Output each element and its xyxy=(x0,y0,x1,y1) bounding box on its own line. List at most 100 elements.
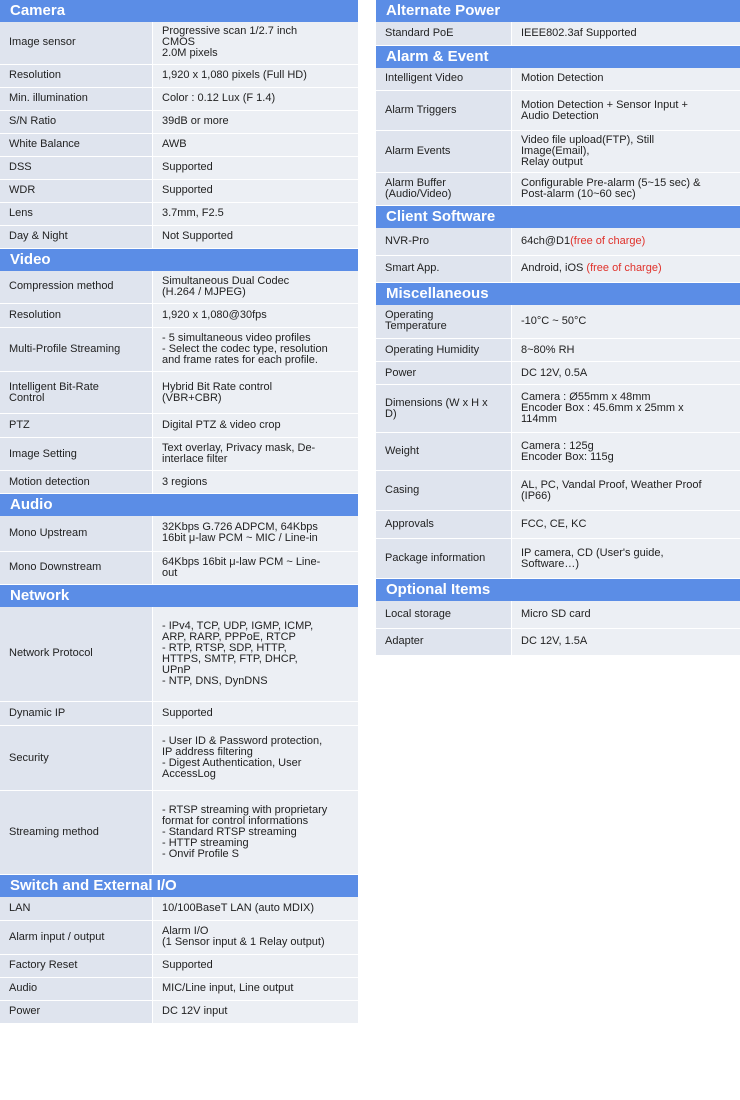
spec-table-optional-items: Local storage Micro SD card Adapter DC 12V,… xyxy=(376,601,740,656)
spec-label-text: S/N Ratio xyxy=(9,115,57,127)
spec-value: Supported xyxy=(152,701,358,726)
spec-label: Alarm Events xyxy=(376,130,512,173)
spec-row: WDR Supported xyxy=(0,179,358,203)
spec-label: Power xyxy=(0,1000,153,1024)
section-header-miscellaneous: Miscellaneous xyxy=(376,282,740,305)
spec-label: White Balance xyxy=(0,133,153,157)
spec-label: Approvals xyxy=(376,510,512,539)
spec-table-miscellaneous: Operating Temperature -10°C ~ 50°C Operati… xyxy=(376,304,740,579)
spec-label: Motion detection xyxy=(0,470,153,494)
spec-value: 3 regions xyxy=(152,470,358,494)
spec-label: Standard PoE xyxy=(376,22,512,46)
spec-table-alarm-event: Intelligent Video Motion Detection Alarm T… xyxy=(376,67,740,206)
spec-value-text: IP camera, CD (User's guide, Software…) xyxy=(521,546,664,570)
spec-value: Video file upload(FTP), Still Image(Emai… xyxy=(511,130,740,173)
spec-label: Network Protocol xyxy=(0,606,153,702)
spec-label-text: WDR xyxy=(9,184,36,196)
section-header-video: Video xyxy=(0,248,358,271)
spec-value: FCC, CE, KC xyxy=(511,510,740,539)
spec-value: Supported xyxy=(152,179,358,203)
spec-value-text: DC 12V input xyxy=(162,1005,228,1017)
spec-value: Camera : Ø55mm x 48mm Encoder Box : 45.6… xyxy=(511,384,740,433)
spec-value: DC 12V, 1.5A xyxy=(511,628,740,656)
spec-value-text: - RTSP streaming with proprietary format… xyxy=(162,804,328,860)
spec-value-text: Hybrid Bit Rate control (VBR+CBR) xyxy=(162,380,273,404)
spec-value-text: Supported xyxy=(162,161,213,173)
spec-label: Mono Downstream xyxy=(0,551,153,585)
section-header-switch-and-external-i-o: Switch and External I/O xyxy=(0,875,358,897)
spec-row: Smart App. Android, iOS (free of charge) xyxy=(376,255,740,283)
spec-value-text: 3.7mm, F2.5 xyxy=(162,207,224,219)
spec-row: Alarm Triggers Motion Detection + Sensor … xyxy=(376,90,740,131)
spec-value-text: 1,920 x 1,080@30fps xyxy=(162,309,267,321)
spec-value: 10/100BaseT LAN (auto MDIX) xyxy=(152,897,358,921)
spec-label-text: Compression method xyxy=(9,280,114,293)
spec-row: Mono Downstream 64Kbps 16bit μ-law PCM ~ … xyxy=(0,551,358,585)
spec-label-text: Power xyxy=(385,366,417,379)
spec-label-text: DSS xyxy=(9,161,32,173)
spec-label: Alarm Buffer (Audio/Video) xyxy=(376,172,512,206)
spec-label-text: Approvals xyxy=(385,518,434,530)
spec-value: AWB xyxy=(152,133,358,157)
spec-label-text: Dynamic IP xyxy=(9,707,66,719)
spec-label-text: Audio xyxy=(9,982,38,994)
free-of-charge-note: (free of charge) xyxy=(570,234,646,247)
spec-value: IEEE802.3af Supported xyxy=(511,22,740,46)
spec-row: Compression method Simultaneous Dual Code… xyxy=(0,270,358,304)
spec-value-text: MIC/Line input, Line output xyxy=(162,982,294,994)
spec-label: Min. illumination xyxy=(0,87,153,111)
spec-value-text: Not Supported xyxy=(162,230,233,242)
spec-row: Image sensor Progressive scan 1/2.7 inch … xyxy=(0,22,358,65)
spec-value: - 5 simultaneous video profiles - Select… xyxy=(152,327,358,372)
right-spec-column: Alternate Power Standard PoE IEEE802.3af S… xyxy=(376,0,740,656)
spec-value-text: 8~80% RH xyxy=(521,343,575,356)
spec-label-text: Operating Temperature xyxy=(385,309,447,333)
spec-value: DC 12V, 0.5A xyxy=(511,361,740,385)
spec-value: - RTSP streaming with proprietary format… xyxy=(152,790,358,875)
spec-row: PTZ Digital PTZ & video crop xyxy=(0,413,358,438)
spec-label-text: Operating Humidity xyxy=(385,343,480,356)
spec-label: Resolution xyxy=(0,303,153,328)
spec-value: Supported xyxy=(152,156,358,180)
spec-label-text: Mono Downstream xyxy=(9,561,102,573)
spec-row: Audio MIC/Line input, Line output xyxy=(0,977,358,1001)
spec-table-alternate-power: Standard PoE IEEE802.3af Supported xyxy=(376,22,740,46)
spec-label-text: Package information xyxy=(385,552,486,564)
left-spec-column: Camera Image sensor Progressive scan 1/2.7… xyxy=(0,0,358,1024)
spec-label-text: Adapter xyxy=(385,635,424,647)
spec-value-text: Simultaneous Dual Codec (H.264 / MJPEG) xyxy=(162,274,290,298)
spec-label-text: Mono Upstream xyxy=(9,526,88,539)
spec-row: Power DC 12V, 0.5A xyxy=(376,361,740,385)
spec-row: Lens 3.7mm, F2.5 xyxy=(0,202,358,226)
spec-row: Alarm Events Video file upload(FTP), Stil… xyxy=(376,130,740,173)
spec-label: Power xyxy=(376,361,512,385)
spec-value-text: - IPv4, TCP, UDP, IGMP, ICMP, ARP, RARP,… xyxy=(162,619,314,687)
spec-value: Not Supported xyxy=(152,225,358,249)
spec-value-text: 32Kbps G.726 ADPCM, 64Kbps 16bit μ-law P… xyxy=(162,521,318,545)
spec-row: Min. illumination Color : 0.12 Lux (F 1.4… xyxy=(0,87,358,111)
spec-value-text: Camera : Ø55mm x 48mm Encoder Box : 45.6… xyxy=(521,391,684,425)
spec-row: S/N Ratio 39dB or more xyxy=(0,110,358,134)
free-of-charge-note: (free of charge) xyxy=(586,262,662,274)
spec-row: Streaming method - RTSP streaming with pr… xyxy=(0,790,358,875)
spec-table-client-software: NVR-Pro 64ch@D1(free of charge) Smart App.… xyxy=(376,228,740,283)
spec-row: Image Setting Text overlay, Privacy mask,… xyxy=(0,437,358,471)
spec-label: NVR-Pro xyxy=(376,228,512,256)
spec-value-text: Motion Detection + Sensor Input + Audio … xyxy=(521,98,688,122)
spec-label-text: Resolution xyxy=(9,309,61,321)
spec-label-text: Alarm input / output xyxy=(9,930,105,943)
spec-value-text: - 5 simultaneous video profiles - Select… xyxy=(162,332,328,366)
spec-row: Dimensions (W x H x D) Camera : Ø55mm x 4… xyxy=(376,384,740,433)
spec-value: 39dB or more xyxy=(152,110,358,134)
spec-row: Adapter DC 12V, 1.5A xyxy=(376,628,740,656)
spec-label-text: Motion detection xyxy=(9,475,90,488)
spec-label-text: Image Setting xyxy=(9,447,77,460)
spec-value-text: Supported xyxy=(162,707,213,719)
spec-value-text: -10°C ~ 50°C xyxy=(521,314,587,327)
spec-value-text: Color : 0.12 Lux (F 1.4) xyxy=(162,92,276,104)
spec-label: Security xyxy=(0,725,153,791)
spec-value: 1,920 x 1,080@30fps xyxy=(152,303,358,328)
spec-label-text: Local storage xyxy=(385,607,452,620)
spec-label: Package information xyxy=(376,538,512,579)
spec-value-text: FCC, CE, KC xyxy=(521,518,587,530)
